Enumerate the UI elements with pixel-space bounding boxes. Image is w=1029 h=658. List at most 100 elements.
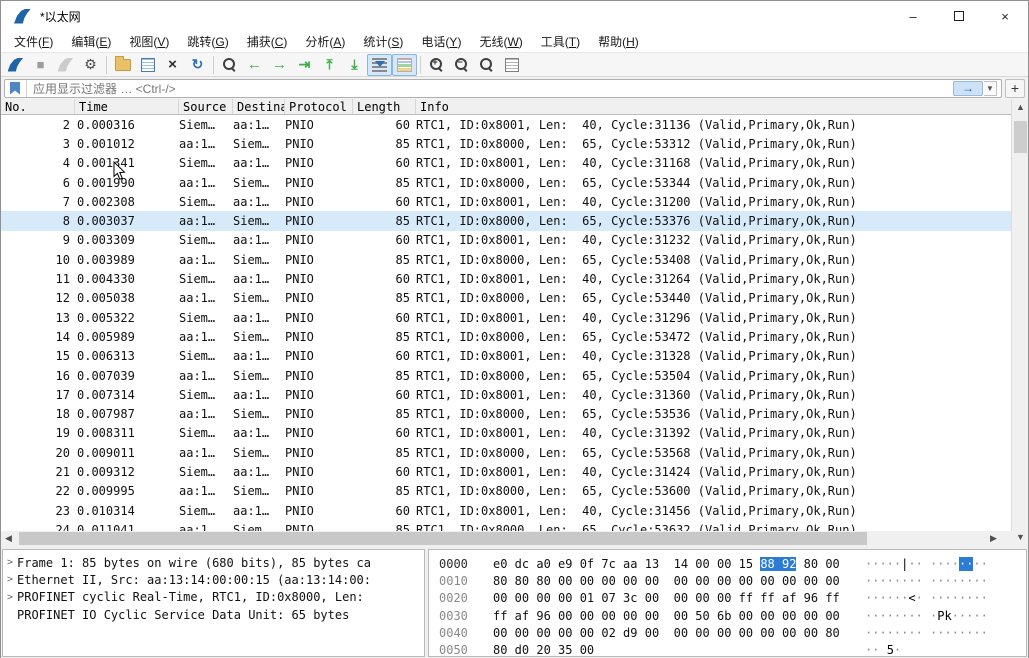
menu-item-0[interactable]: 文件(F) <box>5 31 62 53</box>
go-back-button[interactable]: ← <box>242 54 267 76</box>
save-file-button[interactable] <box>135 54 160 76</box>
column-no[interactable]: No. <box>1 99 75 114</box>
minimize-button[interactable]: – <box>890 1 936 31</box>
menu-item-7[interactable]: 电话(Y) <box>412 31 470 53</box>
horizontal-scrollbar[interactable]: ◀ ▶ <box>1 531 1013 546</box>
scroll-down-icon[interactable]: ▼ <box>1012 529 1029 546</box>
packet-row-19[interactable]: 190.008311Siem…aa:1…PNIO60RTC1, ID:0x800… <box>1 424 1013 443</box>
packet-row-22[interactable]: 220.009995aa:1…Siem…PNIO85RTC1, ID:0x800… <box>1 482 1013 501</box>
menu-item-4[interactable]: 捕获(C) <box>238 31 297 53</box>
packet-row-24[interactable]: 240.011041aa:1…Siem…PNIO85RTC1, ID:0x800… <box>1 520 1013 531</box>
hex-bytes[interactable]: 80 d0 20 35 00 <box>493 643 845 657</box>
hex-row-0040[interactable]: 004000 00 00 00 00 02 d9 00 00 00 00 00 … <box>439 624 1026 641</box>
detail-row-2[interactable]: >PROFINET cyclic Real-Time, RTC1, ID:0x8… <box>3 589 424 606</box>
horizontal-scroll-thumb[interactable] <box>19 532 867 545</box>
restart-capture-button[interactable] <box>53 54 78 76</box>
hex-bytes[interactable]: 00 00 00 00 01 07 3c 00 00 00 00 ff ff a… <box>493 591 845 605</box>
packet-row-10[interactable]: 100.003989aa:1…Siem…PNIO85RTC1, ID:0x800… <box>1 250 1013 269</box>
zoom-out-button[interactable]: − <box>449 54 474 76</box>
hex-bytes[interactable]: e0 dc a0 e9 0f 7c aa 13 14 00 00 15 88 9… <box>493 557 845 571</box>
packet-row-2[interactable]: 20.000316Siem…aa:1…PNIO60RTC1, ID:0x8001… <box>1 115 1013 134</box>
packet-row-3[interactable]: 30.001012aa:1…Siem…PNIO85RTC1, ID:0x8000… <box>1 134 1013 153</box>
column-protocol[interactable]: Protocol <box>285 99 353 114</box>
ascii-bytes[interactable]: ········ ········ <box>865 626 988 640</box>
resize-columns-button[interactable] <box>499 54 524 76</box>
go-first-packet-button[interactable]: ⤒ <box>317 54 342 76</box>
filter-bookmark-icon[interactable] <box>10 82 20 95</box>
maximize-button[interactable] <box>936 1 982 31</box>
hex-row-0020[interactable]: 002000 00 00 00 01 07 3c 00 00 00 00 ff … <box>439 590 1026 607</box>
go-last-packet-button[interactable]: ⤓ <box>342 54 367 76</box>
hex-row-0030[interactable]: 0030ff af 96 00 00 00 00 00 00 50 6b 00 … <box>439 607 1026 624</box>
packet-row-15[interactable]: 150.006313Siem…aa:1…PNIO60RTC1, ID:0x800… <box>1 347 1013 366</box>
display-filter-input[interactable]: 应用显示过滤器 … <Ctrl-/> → ▼ <box>4 79 1002 98</box>
ascii-bytes[interactable]: ·· 5· <box>865 643 901 657</box>
packet-row-20[interactable]: 200.009011aa:1…Siem…PNIO85RTC1, ID:0x800… <box>1 443 1013 462</box>
expander-icon[interactable]: > <box>3 574 17 585</box>
packet-row-16[interactable]: 160.007039aa:1…Siem…PNIO85RTC1, ID:0x800… <box>1 366 1013 385</box>
zoom-in-button[interactable]: + <box>424 54 449 76</box>
vertical-scrollbar[interactable]: ▲ ▼ <box>1011 99 1028 546</box>
start-capture-button[interactable] <box>3 54 28 76</box>
menu-item-8[interactable]: 无线(W) <box>470 31 531 53</box>
packet-row-17[interactable]: 170.007314Siem…aa:1…PNIO60RTC1, ID:0x800… <box>1 385 1013 404</box>
detail-row-1[interactable]: >Ethernet II, Src: aa:13:14:00:00:15 (aa… <box>3 571 424 588</box>
packet-row-4[interactable]: 40.001341Siem…aa:1…PNIO60RTC1, ID:0x8001… <box>1 154 1013 173</box>
expander-icon[interactable]: > <box>3 592 17 603</box>
menu-item-6[interactable]: 统计(S) <box>354 31 412 53</box>
go-to-packet-button[interactable]: ⇥ <box>292 54 317 76</box>
packet-row-11[interactable]: 110.004330Siem…aa:1…PNIO60RTC1, ID:0x800… <box>1 269 1013 288</box>
menu-item-9[interactable]: 工具(T) <box>532 31 589 53</box>
apply-filter-button[interactable]: → <box>953 81 983 96</box>
packet-row-13[interactable]: 130.005322Siem…aa:1…PNIO60RTC1, ID:0x800… <box>1 308 1013 327</box>
scroll-up-icon[interactable]: ▲ <box>1012 99 1029 116</box>
capture-options-button[interactable]: ⚙ <box>78 54 103 76</box>
close-button[interactable]: × <box>982 1 1028 31</box>
detail-row-0[interactable]: >Frame 1: 85 bytes on wire (680 bits), 8… <box>3 554 424 571</box>
packet-row-8[interactable]: 80.003037aa:1…Siem…PNIO85RTC1, ID:0x8000… <box>1 211 1013 230</box>
open-file-button[interactable] <box>110 54 135 76</box>
hex-bytes[interactable]: ff af 96 00 00 00 00 00 00 50 6b 00 00 0… <box>493 609 845 623</box>
hex-row-0000[interactable]: 0000e0 dc a0 e9 0f 7c aa 13 14 00 00 15 … <box>439 555 1026 572</box>
hex-row-0050[interactable]: 005080 d0 20 35 00·· 5· <box>439 641 1026 657</box>
menu-item-2[interactable]: 视图(V) <box>120 31 178 53</box>
column-source[interactable]: Source <box>179 99 233 114</box>
scroll-left-icon[interactable]: ◀ <box>1 531 16 546</box>
column-length[interactable]: Length <box>353 99 416 114</box>
hex-bytes[interactable]: 00 00 00 00 00 02 d9 00 00 00 00 00 00 0… <box>493 626 845 640</box>
scroll-right-icon[interactable]: ▶ <box>986 531 1001 546</box>
expander-icon[interactable]: > <box>3 557 17 568</box>
go-forward-button[interactable]: → <box>267 54 292 76</box>
packet-row-9[interactable]: 90.003309Siem…aa:1…PNIO60RTC1, ID:0x8001… <box>1 231 1013 250</box>
menu-item-5[interactable]: 分析(A) <box>296 31 354 53</box>
ascii-bytes[interactable]: ·····|·· ········ <box>865 557 988 571</box>
add-filter-button[interactable]: + <box>1005 79 1025 98</box>
menu-item-1[interactable]: 编辑(E) <box>62 31 120 53</box>
close-file-button[interactable]: × <box>160 54 185 76</box>
reload-button[interactable]: ↻ <box>185 54 210 76</box>
packet-row-23[interactable]: 230.010314Siem…aa:1…PNIO60RTC1, ID:0x800… <box>1 501 1013 520</box>
column-destination[interactable]: Destina <box>233 99 285 114</box>
auto-scroll-button[interactable] <box>367 54 392 76</box>
packet-row-6[interactable]: 60.001990aa:1…Siem…PNIO85RTC1, ID:0x8000… <box>1 173 1013 192</box>
ascii-bytes[interactable]: ········ ·Pk····· <box>865 609 988 623</box>
stop-capture-button[interactable]: ■ <box>28 54 53 76</box>
hex-row-0010[interactable]: 001080 80 80 00 00 00 00 00 00 00 00 00 … <box>439 572 1026 589</box>
column-time[interactable]: Time <box>75 99 179 114</box>
packet-row-18[interactable]: 180.007987aa:1…Siem…PNIO85RTC1, ID:0x800… <box>1 404 1013 423</box>
menu-item-3[interactable]: 跳转(G) <box>178 31 237 53</box>
packet-row-12[interactable]: 120.005038aa:1…Siem…PNIO85RTC1, ID:0x800… <box>1 289 1013 308</box>
hex-bytes[interactable]: 80 80 80 00 00 00 00 00 00 00 00 00 00 0… <box>493 574 845 588</box>
vertical-scroll-thumb[interactable] <box>1014 121 1027 153</box>
colorize-button[interactable] <box>392 54 417 76</box>
filter-dropdown-caret[interactable]: ▼ <box>984 81 997 96</box>
packet-row-7[interactable]: 70.002308Siem…aa:1…PNIO60RTC1, ID:0x8001… <box>1 192 1013 211</box>
detail-row-3[interactable]: PROFINET IO Cyclic Service Data Unit: 65… <box>3 606 424 623</box>
find-packet-button[interactable] <box>217 54 242 76</box>
column-info[interactable]: Info <box>416 99 1013 114</box>
ascii-bytes[interactable]: ······<· ········ <box>865 591 988 605</box>
zoom-100-button[interactable] <box>474 54 499 76</box>
ascii-bytes[interactable]: ········ ········ <box>865 574 988 588</box>
packet-row-21[interactable]: 210.009312Siem…aa:1…PNIO60RTC1, ID:0x800… <box>1 462 1013 481</box>
menu-item-10[interactable]: 帮助(H) <box>589 31 648 53</box>
